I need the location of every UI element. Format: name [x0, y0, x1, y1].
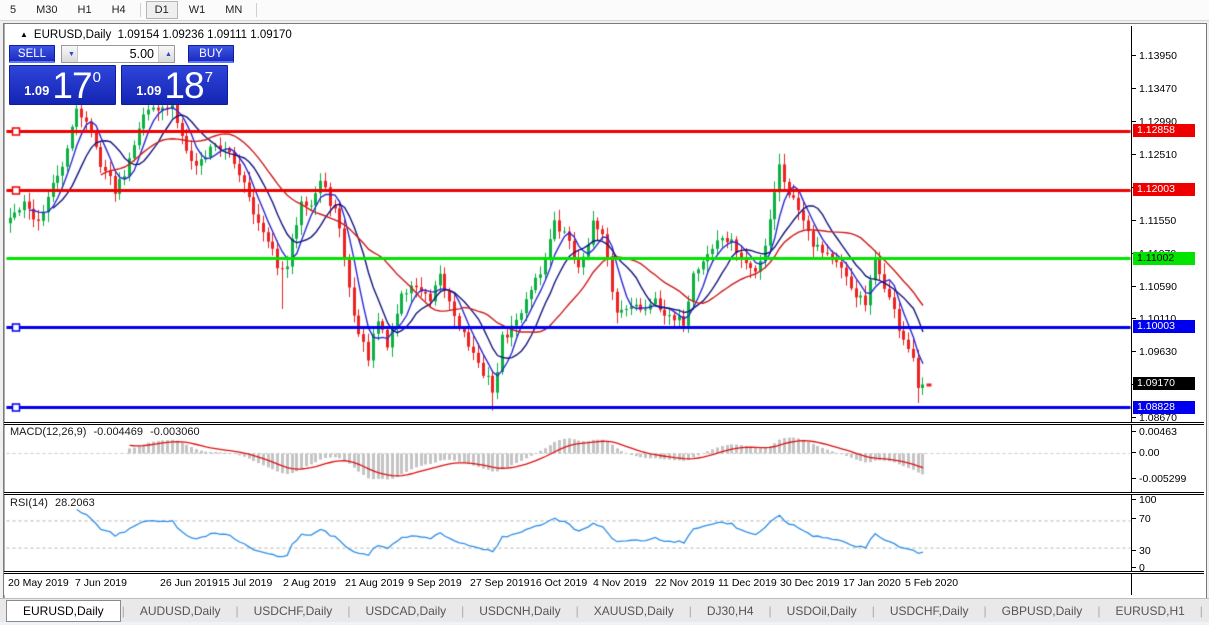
- timeframe-button-mn[interactable]: MN: [216, 1, 251, 19]
- buy-button[interactable]: BUY: [188, 45, 234, 63]
- macd-signal-value: -0.003060: [150, 426, 200, 438]
- macd-axis-tick: -0.005299: [1132, 473, 1186, 485]
- price-level-label: 1.12003: [1133, 183, 1195, 197]
- chart-header: ▲ EURUSD,Daily 1.09154 1.09236 1.09111 1.…: [20, 29, 292, 41]
- chart-tab-eurusd-h1[interactable]: EURUSD,H1: [1101, 601, 1198, 621]
- price-axis[interactable]: 1.139501.134701.129901.125101.120301.115…: [1131, 26, 1209, 595]
- timeframe-button-w1[interactable]: W1: [180, 1, 215, 19]
- panel-separator[interactable]: [4, 571, 1204, 574]
- volume-decrease-button[interactable]: ▼: [62, 46, 77, 62]
- rsi-name: RSI(14): [10, 497, 48, 509]
- timeframe-button-5[interactable]: 5: [1, 1, 25, 19]
- chart-tab-usdchf-daily[interactable]: USDCHF,Daily: [240, 601, 347, 621]
- date-label: 9 Sep 2019: [408, 577, 462, 589]
- sell-button[interactable]: SELL: [9, 45, 55, 63]
- panel-separator[interactable]: [4, 492, 1204, 495]
- chart-tab-gbpusd-daily[interactable]: GBPUSD,Daily: [988, 601, 1097, 621]
- volume-stepper: ▼ ▲: [61, 45, 175, 63]
- price-level-label: 1.08828: [1133, 400, 1195, 414]
- chart-tab-usdcad-daily[interactable]: USDCAD,Daily: [351, 601, 460, 621]
- price-level-label: 1.09170: [1133, 377, 1195, 391]
- chart-tab-usdcnh-daily[interactable]: USDCNH,Daily: [465, 601, 574, 621]
- timeframe-toolbar: 5 M30 H1 H4 D1 W1 MN: [0, 0, 1209, 21]
- date-label: 15 Jul 2019: [218, 577, 273, 589]
- date-label: 21 Aug 2019: [345, 577, 404, 589]
- bid-price-pips: 17: [52, 65, 92, 106]
- date-axis[interactable]: 20 May 2019 7 Jun 2019 26 Jun 2019 15 Jul 2…: [4, 573, 1131, 595]
- date-label: 5 Feb 2020: [905, 577, 959, 589]
- timeframe-button-h1[interactable]: H1: [69, 1, 101, 19]
- chart-tab-dj30-h4[interactable]: DJ30,H4: [693, 601, 768, 621]
- date-label: 4 Nov 2019: [593, 577, 647, 589]
- macd-main-value: -0.004469: [93, 426, 144, 438]
- date-label: 16 Oct 2019: [530, 577, 588, 589]
- one-click-trade-panel: SELL ▼ ▲ BUY 1.09 17 0 1.09 18 7: [9, 45, 235, 105]
- toolbar-separator: [139, 3, 141, 17]
- date-label: 30 Dec 2019: [780, 577, 840, 589]
- ask-price-point: 7: [204, 69, 213, 86]
- chart-tab-usdchf-daily[interactable]: USDCHF,Daily: [876, 601, 983, 621]
- timeframe-button-m30[interactable]: M30: [27, 1, 66, 19]
- price-tick: 1.13950: [1132, 50, 1177, 62]
- chart-tab-audusd-daily[interactable]: AUDUSD,Daily: [126, 601, 235, 621]
- chart-tab-eurusd-daily[interactable]: EURUSD,Daily: [6, 600, 121, 622]
- price-tick: 1.10590: [1132, 281, 1177, 293]
- price-tick: 1.13470: [1132, 83, 1177, 95]
- chart-symbol-label: EURUSD,Daily: [33, 29, 112, 41]
- panel-separator[interactable]: [4, 422, 1204, 425]
- timeframe-button-d1[interactable]: D1: [145, 1, 178, 19]
- chart-tab-xauusd-daily[interactable]: XAUUSD,Daily: [580, 601, 688, 621]
- rsi-label-row: RSI(14) 28.2063: [10, 497, 99, 509]
- toolbar-separator: [256, 3, 258, 17]
- bid-price-box[interactable]: 1.09 17 0: [9, 65, 116, 105]
- ask-price-major: 1.09: [136, 83, 162, 98]
- macd-label-row: MACD(12,26,9) -0.004469 -0.003060: [10, 426, 204, 438]
- date-label: 26 Jun 2019: [160, 577, 218, 589]
- rsi-axis-tick: 30: [1132, 545, 1151, 557]
- rsi-panel-canvas[interactable]: [6, 495, 1131, 571]
- chart-tab-gbpaud-h1[interactable]: GBPAUD,H1: [1204, 601, 1209, 621]
- bid-price-major: 1.09: [24, 83, 50, 98]
- bid-price-point: 0: [92, 69, 101, 86]
- price-level-label: 1.12858: [1133, 124, 1195, 138]
- timeframe-button-h4[interactable]: H4: [103, 1, 135, 19]
- price-level-label: 1.11002: [1133, 251, 1195, 265]
- date-label: 20 May 2019: [8, 577, 69, 589]
- price-tick: 1.09630: [1132, 346, 1177, 358]
- date-label: 2 Aug 2019: [283, 577, 337, 589]
- volume-input[interactable]: [77, 46, 159, 62]
- chart-tab-usdoil-daily[interactable]: USDOil,Daily: [773, 601, 871, 621]
- chart-ohlc-values: 1.09154 1.09236 1.09111 1.09170: [117, 29, 292, 41]
- macd-axis-tick: 0.00: [1132, 447, 1159, 459]
- ask-price-box[interactable]: 1.09 18 7: [121, 65, 228, 105]
- chart-tab-bar: EURUSD,Daily | AUDUSD,Daily | USDCHF,Daily | U…: [0, 598, 1209, 623]
- date-label: 27 Sep 2019: [470, 577, 530, 589]
- macd-axis-tick: 0.00463: [1132, 426, 1177, 438]
- collapse-icon[interactable]: ▲: [20, 30, 28, 39]
- date-label: 11 Dec 2019: [718, 577, 777, 589]
- date-label: 7 Jun 2019: [75, 577, 127, 589]
- ask-price-pips: 18: [164, 65, 204, 106]
- rsi-axis-tick: 100: [1132, 494, 1157, 506]
- date-label: 22 Nov 2019: [655, 577, 715, 589]
- rsi-axis-tick: 70: [1132, 513, 1151, 525]
- price-level-label: 1.10003: [1133, 320, 1195, 334]
- rsi-value: 28.2063: [54, 497, 95, 509]
- macd-name: MACD(12,26,9): [10, 426, 87, 438]
- date-label: 17 Jan 2020: [843, 577, 901, 589]
- volume-increase-button[interactable]: ▲: [159, 46, 174, 62]
- price-tick: 1.11550: [1132, 215, 1176, 227]
- price-tick: 1.12510: [1132, 149, 1177, 161]
